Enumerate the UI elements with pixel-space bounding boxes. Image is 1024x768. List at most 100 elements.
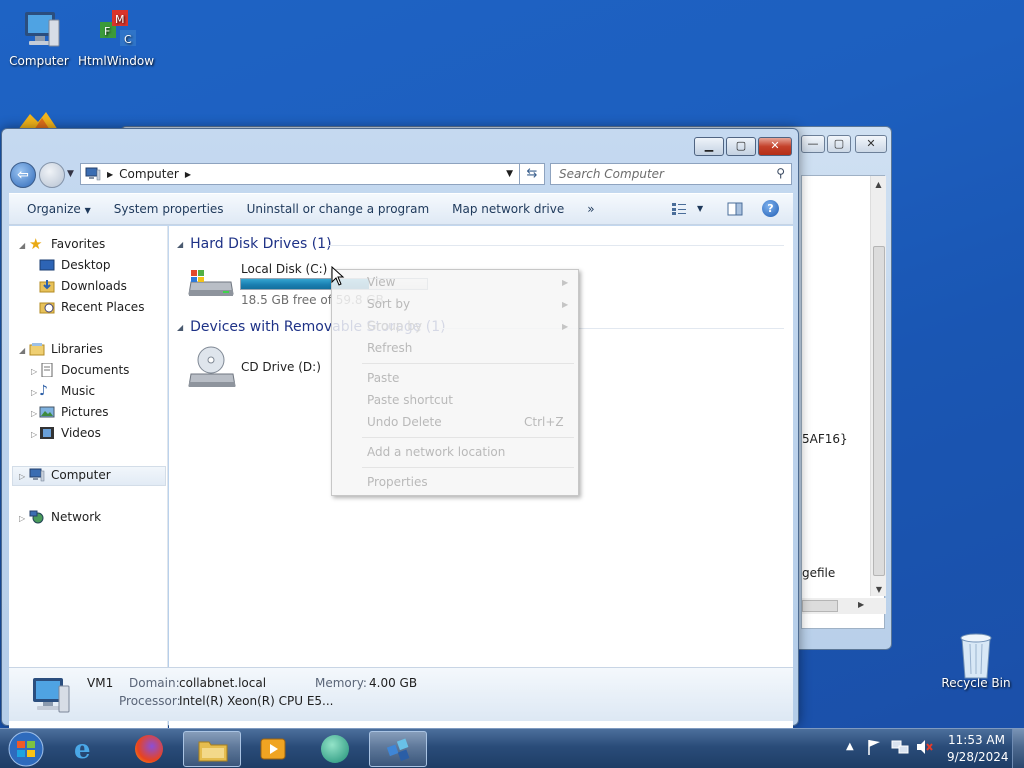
- volume-muted-icon[interactable]: [915, 738, 933, 759]
- collapse-icon: ◢: [177, 239, 184, 249]
- menu-item-group-by[interactable]: Group by: [367, 319, 422, 333]
- blocks-app-icon: [384, 736, 414, 767]
- menu-item-view[interactable]: View: [367, 275, 395, 289]
- show-desktop-button[interactable]: [1012, 729, 1024, 768]
- start-button[interactable]: [4, 729, 48, 768]
- menu-item-add-network-location[interactable]: Add a network location: [367, 445, 505, 459]
- recycle-bin-icon: [952, 630, 1000, 679]
- breadcrumb-separator-icon[interactable]: ▶: [107, 170, 113, 179]
- breadcrumb-computer[interactable]: Computer: [119, 167, 179, 181]
- view-dropdown-icon[interactable]: ▼: [697, 204, 703, 213]
- svg-text:M: M: [115, 13, 125, 26]
- map-network-drive-button[interactable]: Map network drive: [444, 202, 579, 216]
- menu-item-refresh[interactable]: Refresh: [367, 341, 412, 355]
- documents-expander-icon[interactable]: ▷: [31, 367, 37, 376]
- address-dropdown-icon[interactable]: ▼: [506, 169, 513, 179]
- bg-horizontal-scrollbar[interactable]: ▶: [802, 598, 886, 614]
- svg-text:F: F: [104, 25, 110, 38]
- nav-network[interactable]: Network: [29, 510, 101, 524]
- menu-item-paste[interactable]: Paste: [367, 371, 399, 385]
- menu-item-properties[interactable]: Properties: [367, 475, 428, 489]
- nav-recent-places[interactable]: Recent Places: [39, 300, 144, 314]
- address-bar[interactable]: ▶ Computer ▶ ▼: [80, 163, 520, 185]
- computer-large-icon: [27, 674, 73, 719]
- hscroll-thumb[interactable]: [802, 600, 838, 612]
- nav-computer[interactable]: Computer: [29, 468, 111, 482]
- menu-separator: [362, 363, 574, 364]
- more-commands-button[interactable]: »: [579, 202, 609, 216]
- computer-name: VM1: [87, 676, 114, 690]
- drive-d-name: CD Drive (D:): [241, 360, 321, 374]
- uninstall-program-button[interactable]: Uninstall or change a program: [239, 202, 445, 216]
- scroll-thumb[interactable]: [873, 246, 885, 576]
- taskbar-windows-explorer[interactable]: [183, 731, 241, 767]
- taskbar-app-blocks[interactable]: [369, 731, 427, 767]
- recent-pages-dropdown-icon[interactable]: ▼: [67, 169, 74, 179]
- bg-vertical-scrollbar[interactable]: ▲ ▼: [870, 176, 886, 596]
- desktop-icon-recycle-bin[interactable]: Recycle Bin: [937, 630, 1015, 690]
- clock-date[interactable]: 9/28/2024: [947, 750, 1009, 764]
- nav-label: Network: [51, 510, 102, 524]
- action-center-flag-icon[interactable]: [866, 738, 882, 759]
- taskbar-app-green[interactable]: [306, 731, 364, 767]
- music-expander-icon[interactable]: ▷: [31, 388, 37, 397]
- firefox-icon: [135, 735, 163, 763]
- nav-libraries[interactable]: Libraries: [29, 342, 103, 356]
- preview-pane-icon[interactable]: [727, 201, 743, 220]
- videos-expander-icon[interactable]: ▷: [31, 430, 37, 439]
- nav-downloads[interactable]: Downloads: [39, 279, 127, 293]
- taskbar-firefox[interactable]: [121, 731, 179, 767]
- nav-pictures[interactable]: Pictures: [39, 405, 109, 419]
- computer-icon: [15, 8, 63, 52]
- group-header-hard-disk[interactable]: ◢ Hard Disk Drives (1): [177, 236, 332, 252]
- breadcrumb-separator-icon[interactable]: ▶: [185, 170, 191, 179]
- desktop-icon-computer[interactable]: Computer: [1, 8, 77, 68]
- nav-favorites[interactable]: ★ Favorites: [29, 237, 105, 252]
- system-properties-button[interactable]: System properties: [106, 202, 239, 216]
- network-expander-icon[interactable]: ▷: [19, 514, 25, 523]
- computer-expander-icon[interactable]: ▷: [19, 472, 25, 481]
- scroll-up-arrow-icon[interactable]: ▲: [871, 180, 886, 189]
- menu-item-sort-by[interactable]: Sort by: [367, 297, 410, 311]
- view-options-icon[interactable]: [671, 202, 687, 219]
- show-hidden-icons-button[interactable]: ▲: [846, 741, 854, 752]
- pictures-icon: [39, 405, 55, 419]
- clock-time[interactable]: 11:53 AM: [948, 733, 1005, 747]
- command-bar: Organize ▼ System properties Uninstall o…: [9, 193, 793, 225]
- bg-maximize-button[interactable]: ▢: [827, 135, 851, 153]
- forward-button[interactable]: [39, 162, 65, 188]
- search-placeholder: Search Computer: [559, 167, 664, 181]
- nav-label: Libraries: [51, 342, 103, 356]
- nav-label: Videos: [61, 426, 101, 440]
- taskbar-media-player[interactable]: [244, 731, 302, 767]
- help-icon[interactable]: ?: [762, 200, 779, 217]
- cd-drive-container[interactable]: [187, 474, 337, 520]
- scroll-right-arrow-icon[interactable]: ▶: [858, 600, 864, 609]
- minimize-button[interactable]: ▁: [694, 137, 724, 156]
- nav-videos[interactable]: Videos: [39, 426, 101, 440]
- group-divider: [329, 245, 784, 246]
- bg-minimize-button[interactable]: —: [801, 135, 825, 153]
- nav-documents[interactable]: Documents: [39, 362, 129, 378]
- music-note-icon: ♪: [39, 383, 48, 399]
- nav-desktop[interactable]: Desktop: [39, 258, 111, 272]
- close-button[interactable]: ✕: [758, 137, 792, 156]
- libraries-expander-icon[interactable]: ◢: [19, 346, 25, 355]
- desktop-icon-htmlwindow[interactable]: FMC HtmlWindow: [78, 8, 154, 68]
- refresh-button[interactable]: ⇆: [519, 163, 545, 185]
- back-button[interactable]: ⇦: [10, 162, 36, 188]
- maximize-button[interactable]: ▢: [726, 137, 756, 156]
- nav-music[interactable]: ♪ Music: [39, 384, 95, 398]
- bg-close-button[interactable]: ✕: [855, 135, 887, 153]
- menu-item-paste-shortcut[interactable]: Paste shortcut: [367, 393, 453, 407]
- cd-drive-d[interactable]: CD Drive (D:): [187, 346, 337, 392]
- pictures-expander-icon[interactable]: ▷: [31, 409, 37, 418]
- menu-item-undo-delete[interactable]: Undo Delete: [367, 415, 442, 429]
- scroll-down-arrow-icon[interactable]: ▼: [871, 585, 887, 594]
- organize-button[interactable]: Organize ▼: [19, 202, 106, 216]
- cd-drive-icon: [187, 346, 237, 393]
- network-tray-icon[interactable]: [891, 738, 909, 759]
- favorites-expander-icon[interactable]: ◢: [19, 241, 25, 250]
- taskbar-internet-explorer[interactable]: e: [60, 731, 118, 767]
- search-input[interactable]: Search Computer ⚲: [550, 163, 792, 185]
